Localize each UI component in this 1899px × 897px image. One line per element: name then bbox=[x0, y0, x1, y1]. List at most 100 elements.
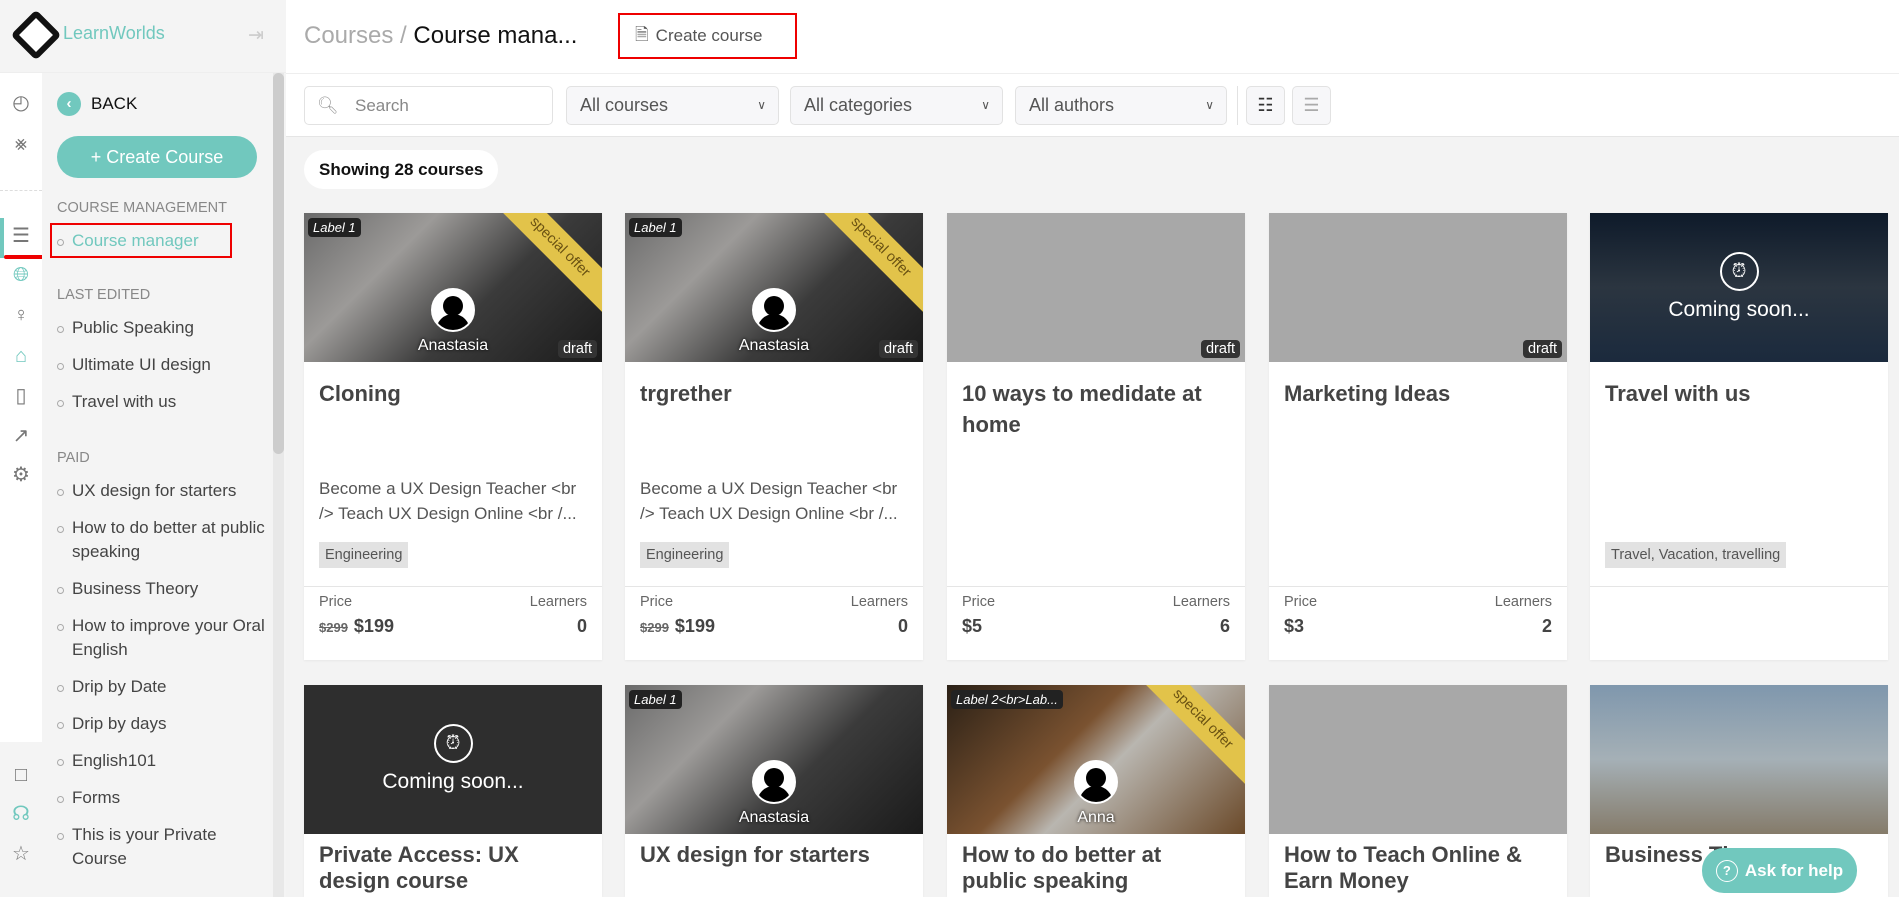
sidebar-item[interactable]: English101 bbox=[57, 749, 269, 773]
tag-icon[interactable]: ⌂ bbox=[9, 344, 33, 368]
course-label: Label 2<br>Lab... bbox=[951, 690, 1063, 709]
sidebar-item[interactable]: UX design for starters bbox=[57, 479, 269, 503]
status-badge: draft bbox=[557, 340, 597, 358]
course-title[interactable]: Travel with us bbox=[1605, 378, 1874, 409]
help-icon: ? bbox=[1715, 859, 1738, 882]
sidebar-item[interactable]: Ultimate UI design bbox=[57, 353, 269, 377]
sidebar-item[interactable]: Forms bbox=[57, 786, 269, 810]
list-icon: ☰ bbox=[1303, 95, 1320, 115]
course-thumbnail[interactable] bbox=[1590, 685, 1888, 834]
sidebar-item[interactable]: This is your Private Course bbox=[57, 823, 269, 871]
sidebar-item[interactable]: Drip by days bbox=[57, 712, 269, 736]
page-header: Courses / Course mana... 🗎︎ Create cours… bbox=[286, 0, 1899, 73]
learners-count: 6 bbox=[1219, 616, 1230, 636]
logout-icon[interactable]: ⇥ bbox=[248, 24, 264, 47]
course-card[interactable]: Label 1 Anastasia UX design for starters bbox=[625, 685, 923, 897]
course-title[interactable]: UX design for starters bbox=[640, 842, 909, 868]
learners-count: 2 bbox=[1541, 616, 1552, 636]
categories-filter-select[interactable]: All categories ∨ bbox=[790, 86, 1003, 125]
course-title[interactable]: 10 ways to medidate at home bbox=[962, 378, 1231, 440]
coming-soon-text: Coming soon... bbox=[1668, 298, 1810, 321]
create-course-icon: 🗎︎ bbox=[635, 24, 649, 44]
course-thumbnail[interactable]: ⏰︎ Coming soon... bbox=[1590, 213, 1888, 362]
coming-soon-text: Coming soon... bbox=[382, 770, 524, 793]
settings-icon[interactable]: ⚙ bbox=[9, 463, 33, 487]
authors-filter-value: All authors bbox=[1029, 95, 1115, 115]
author-avatar bbox=[431, 288, 475, 332]
course-card[interactable]: ⏰︎ Coming soon... Travel with us Travel, Va… bbox=[1590, 213, 1888, 660]
course-thumbnail[interactable]: Label 1 Anastasia bbox=[625, 685, 923, 834]
category-tag: Engineering bbox=[640, 542, 730, 568]
page-title: Course mana... bbox=[413, 22, 578, 49]
sidebar-item[interactable]: Public Speaking bbox=[57, 316, 269, 340]
course-title[interactable]: trgrether bbox=[640, 378, 909, 409]
dashboard-icon[interactable]: ◴ bbox=[9, 91, 33, 115]
headset-icon[interactable]: ☊ bbox=[9, 802, 33, 826]
author-avatar bbox=[752, 760, 796, 804]
price-value: $299 $199 bbox=[640, 616, 715, 637]
create-course-button[interactable]: + Create Course bbox=[57, 136, 257, 178]
learners-count: 0 bbox=[897, 616, 908, 636]
user-icon[interactable]: ♀ bbox=[9, 303, 33, 327]
course-thumbnail[interactable] bbox=[1269, 685, 1567, 834]
course-card[interactable]: special offer Label 2<br>Lab... Anna How to… bbox=[947, 685, 1245, 897]
authors-filter-select[interactable]: All authors ∨ bbox=[1015, 86, 1227, 125]
author-avatar bbox=[1074, 760, 1118, 804]
course-label: Label 1 bbox=[308, 218, 361, 237]
back-button[interactable]: ‹ BACK bbox=[57, 92, 137, 116]
list-view-button[interactable]: ☰ bbox=[1292, 86, 1331, 125]
back-label: BACK bbox=[91, 94, 138, 113]
alarm-clock-icon: ⏰︎ bbox=[1719, 252, 1759, 291]
course-card[interactable]: special offer Label 1 Anastasia draft Clonin… bbox=[304, 213, 602, 660]
course-sidebar: ‹ BACK + Create Course COURSE MANAGEMENT… bbox=[42, 73, 286, 897]
search-input[interactable]: 🔍︎ Search bbox=[304, 86, 553, 125]
section-heading: LAST EDITED bbox=[57, 287, 151, 303]
course-card[interactable]: ⏰︎ Coming soon... Private Access: UX desig… bbox=[304, 685, 602, 897]
clipboard-icon[interactable]: □ bbox=[9, 763, 33, 787]
course-title[interactable]: How to Teach Online & Earn Money bbox=[1284, 842, 1553, 894]
course-thumbnail[interactable]: special offer Label 2<br>Lab... Anna bbox=[947, 685, 1245, 834]
course-thumbnail[interactable]: draft bbox=[1269, 213, 1567, 362]
analytics-icon[interactable]: ↗ bbox=[9, 424, 33, 448]
learnworlds-logo[interactable] bbox=[10, 9, 62, 61]
sidebar-item[interactable]: How to do better at public speaking bbox=[57, 516, 269, 564]
sidebar-item[interactable]: Travel with us bbox=[57, 390, 269, 414]
old-price: $299 bbox=[319, 620, 348, 635]
course-card[interactable]: draft 10 ways to medidate at home Price $5 L… bbox=[947, 213, 1245, 660]
course-card[interactable]: special offer Label 1 Anastasia draft trgret… bbox=[625, 213, 923, 660]
current-price: $199 bbox=[353, 616, 394, 636]
create-course-header-button[interactable]: 🗎︎ Create course bbox=[618, 13, 797, 59]
courses-filter-select[interactable]: All courses ∨ bbox=[566, 86, 779, 125]
course-card[interactable]: draft Marketing Ideas Price $3 Learners 2 bbox=[1269, 213, 1567, 660]
course-thumbnail[interactable]: special offer Label 1 Anastasia draft bbox=[304, 213, 602, 362]
user-star-icon[interactable]: ☆ bbox=[9, 842, 33, 866]
grid-view-button[interactable]: ☷ bbox=[1246, 86, 1285, 125]
globe-icon[interactable]: 🌐︎ bbox=[9, 263, 33, 287]
filter-toolbar: 🔍︎ Search All courses ∨ All categories ∨ A… bbox=[286, 73, 1899, 137]
course-thumbnail[interactable]: draft bbox=[947, 213, 1245, 362]
price-label: Price bbox=[962, 594, 996, 610]
sidebar-scrollbar[interactable] bbox=[273, 73, 284, 897]
sidebar-item[interactable]: Business Theory bbox=[57, 577, 269, 601]
course-title[interactable]: Marketing Ideas bbox=[1284, 378, 1553, 409]
courses-icon[interactable]: ☰ bbox=[9, 224, 33, 248]
course-title[interactable]: How to do better at public speaking bbox=[962, 842, 1231, 894]
course-description: Become a UX Design Teacher <br /> Teach … bbox=[319, 479, 577, 523]
price-label: Price bbox=[1284, 594, 1318, 610]
course-title[interactable]: Cloning bbox=[319, 378, 588, 409]
ask-for-help-button[interactable]: ? Ask for help bbox=[1702, 848, 1857, 893]
create-course-label: Create Course bbox=[106, 147, 224, 167]
breadcrumb-courses[interactable]: Courses bbox=[304, 22, 393, 49]
mobile-icon[interactable]: ▯ bbox=[9, 384, 33, 408]
brand-bar: LearnWorlds ⇥ bbox=[0, 0, 286, 73]
breadcrumb: Courses / Course mana... bbox=[304, 22, 577, 50]
course-thumbnail[interactable]: special offer Label 1 Anastasia draft bbox=[625, 213, 923, 362]
course-card[interactable]: How to Teach Online & Earn Money bbox=[1269, 685, 1567, 897]
sidebar-item[interactable]: Drip by Date bbox=[57, 675, 269, 699]
wifi-icon[interactable]: ⨳ bbox=[9, 132, 33, 156]
course-label: Label 1 bbox=[629, 690, 682, 709]
sidebar-item[interactable]: How to improve your Oral English bbox=[57, 614, 269, 662]
course-title[interactable]: Private Access: UX design course bbox=[319, 842, 588, 894]
course-thumbnail[interactable]: ⏰︎ Coming soon... bbox=[304, 685, 602, 834]
create-course-header-label: Create course bbox=[655, 26, 763, 45]
